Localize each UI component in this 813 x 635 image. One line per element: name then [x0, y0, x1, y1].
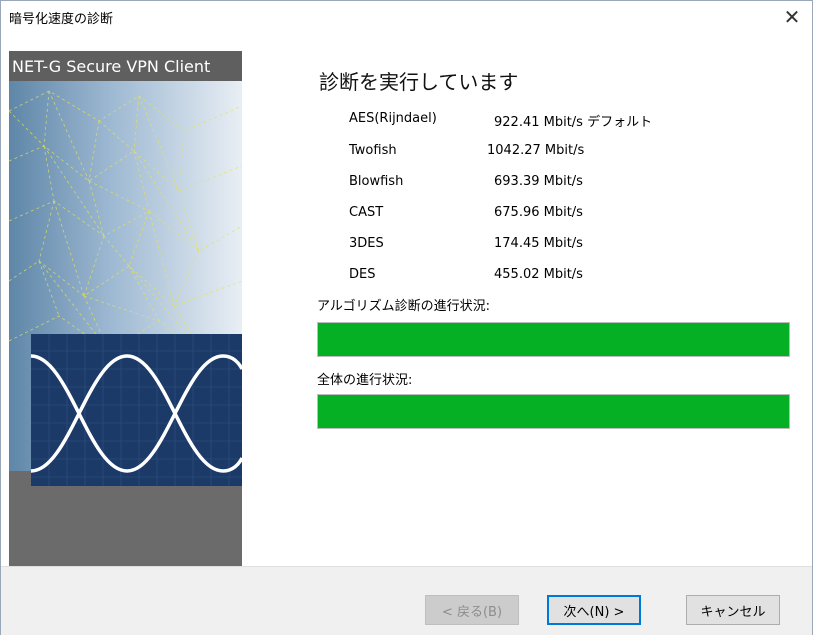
next-button[interactable]: 次へ(N) >: [547, 595, 641, 625]
algorithm-speed: 693.39 Mbit/s: [494, 174, 583, 189]
algorithm-speed: 675.96 Mbit/s: [494, 205, 583, 220]
page-heading: 診断を実行しています: [319, 70, 519, 94]
close-icon[interactable]: ✕: [772, 1, 812, 33]
overall-progress-fill: [318, 395, 789, 428]
algorithm-speed: 174.45 Mbit/s: [494, 236, 583, 251]
algorithm-name: AES(Rijndael): [349, 111, 437, 126]
overall-progress-bar: [317, 394, 790, 429]
algorithm-progress-label: アルゴリズム診断の進行状況:: [317, 299, 490, 314]
product-name: NET-G Secure VPN Client: [9, 51, 242, 81]
algorithm-name: Blowfish: [349, 174, 404, 189]
algorithm-speed: 1042.27 Mbit/s: [487, 143, 585, 158]
dialog-window: 暗号化速度の診断 ✕ NET-G Secure VPN Client 診断を実行…: [0, 0, 813, 635]
algorithm-name: 3DES: [349, 236, 384, 251]
algorithm-name: CAST: [349, 205, 384, 220]
title-bar: 暗号化速度の診断 ✕: [1, 1, 812, 33]
algorithm-progress-bar: [317, 322, 790, 357]
algorithm-name: DES: [349, 267, 376, 282]
back-button[interactable]: < 戻る(B): [425, 595, 519, 625]
algorithm-speed: 922.41 Mbit/s デフォルト: [494, 115, 653, 130]
banner-artwork: [9, 81, 242, 566]
sidebar-banner: NET-G Secure VPN Client: [9, 51, 242, 566]
algorithm-name: Twofish: [349, 143, 397, 158]
algorithm-speed: 455.02 Mbit/s: [494, 267, 583, 282]
cancel-button[interactable]: キャンセル: [686, 595, 780, 625]
overall-progress-label: 全体の進行状況:: [317, 373, 413, 388]
button-bar: < 戻る(B) 次へ(N) > キャンセル: [1, 566, 812, 635]
algorithm-progress-fill: [318, 323, 789, 356]
window-title: 暗号化速度の診断: [9, 12, 114, 27]
